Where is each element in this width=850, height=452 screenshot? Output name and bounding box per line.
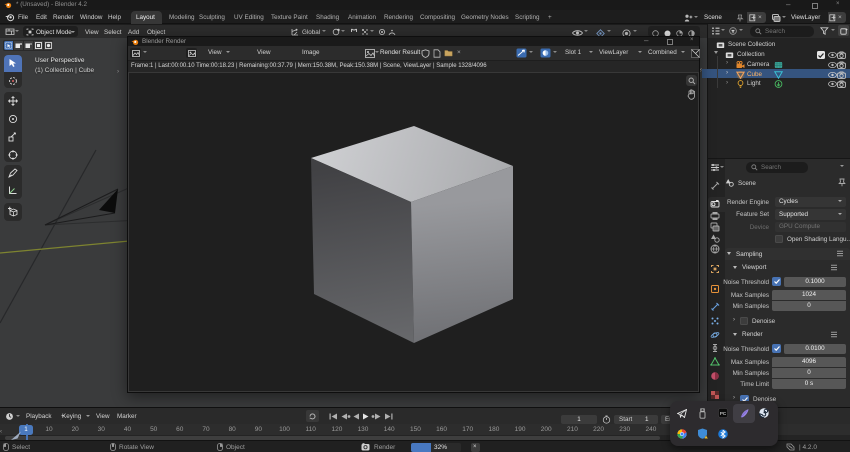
- svg-text:PC: PC: [720, 411, 727, 416]
